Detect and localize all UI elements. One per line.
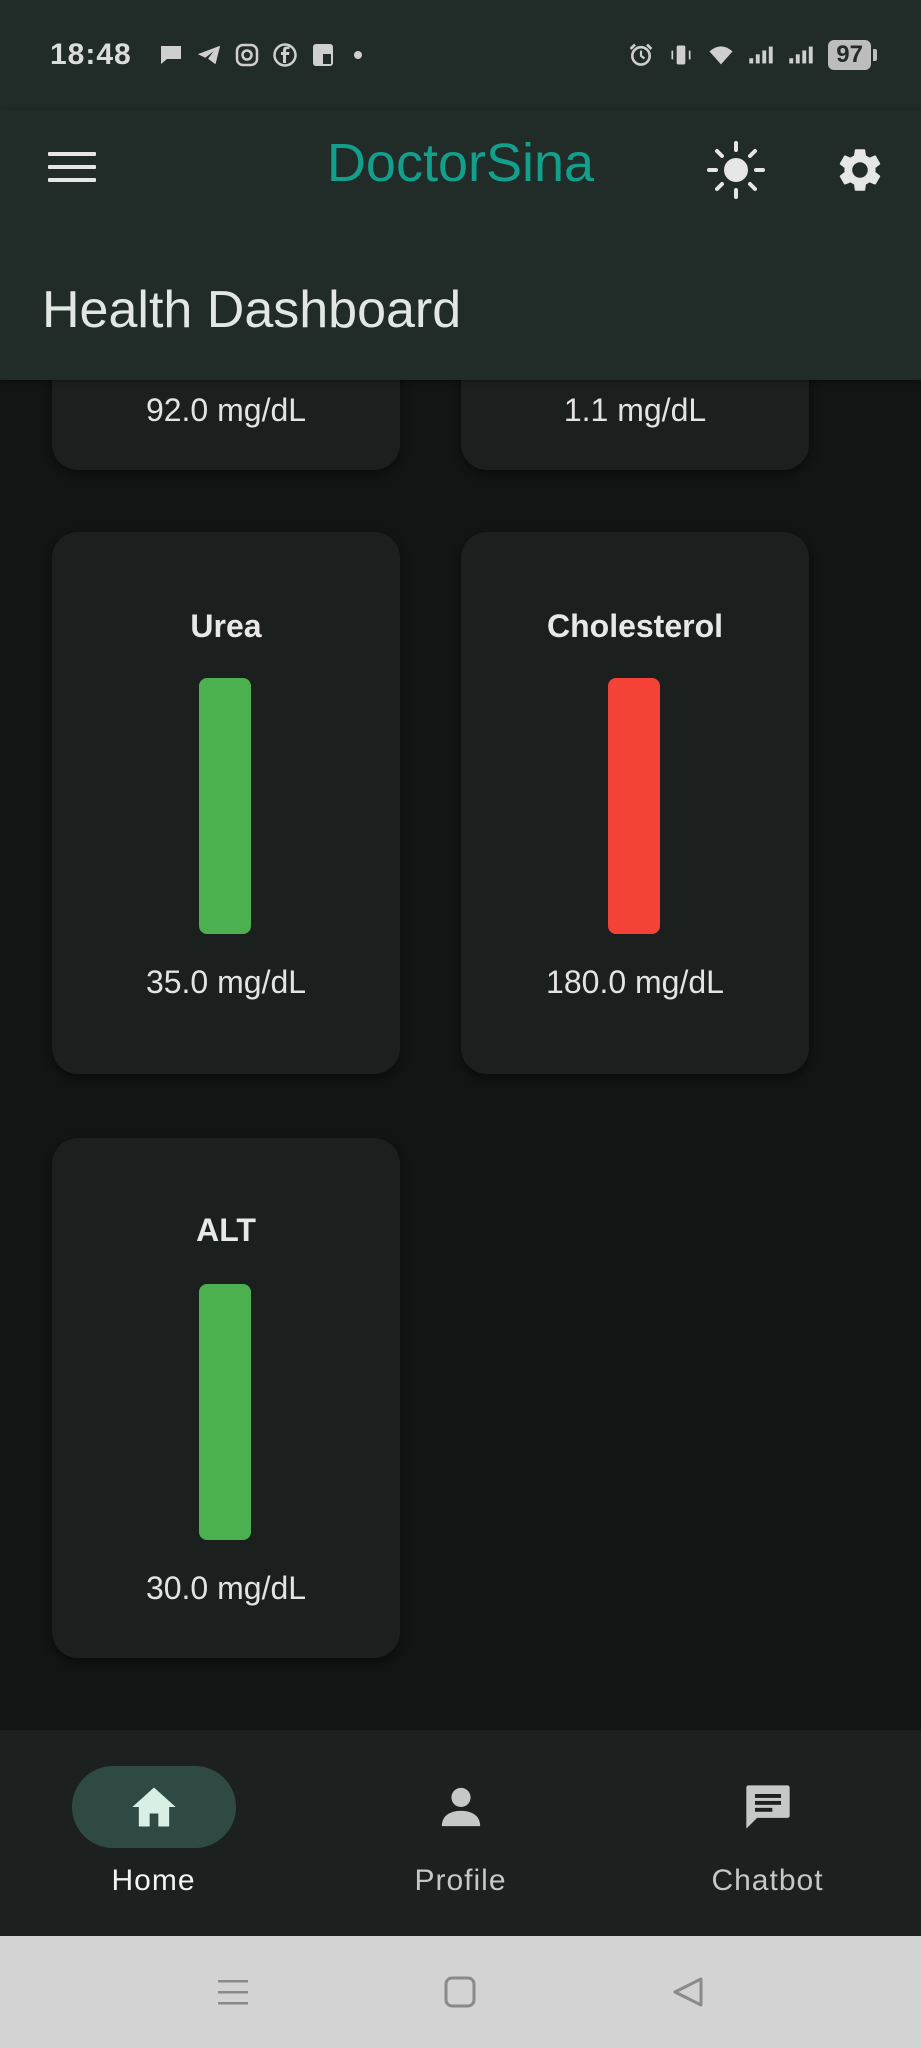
- nav-item-chatbot[interactable]: Chatbot: [614, 1730, 921, 1936]
- chat-bubble-icon: [158, 42, 184, 68]
- metric-title: ALT: [196, 1212, 256, 1248]
- back-button[interactable]: [666, 1970, 710, 2014]
- app-icon: [310, 42, 336, 68]
- gear-icon: [839, 149, 881, 191]
- signal-icon: [748, 42, 774, 68]
- metric-card[interactable]: 1.1 mg/dL: [461, 380, 809, 470]
- theme-toggle-button[interactable]: [704, 138, 768, 202]
- metric-card-urea[interactable]: Urea 35.0 mg/dL: [52, 532, 400, 1074]
- home-system-button[interactable]: [438, 1970, 482, 2014]
- person-icon: [441, 1787, 480, 1827]
- home-icon: [131, 1787, 176, 1827]
- system-navigation-bar: [0, 1936, 921, 2048]
- metric-level-bar: [199, 678, 251, 934]
- home-square-icon: [444, 1976, 476, 2008]
- telegram-icon: [196, 42, 222, 68]
- app-bar-row: DoctorSina: [0, 110, 921, 220]
- app-title: DoctorSina: [326, 133, 595, 193]
- metric-title: Cholesterol: [546, 608, 724, 644]
- recents-button[interactable]: [211, 1970, 255, 2014]
- signal-icon: [788, 42, 814, 68]
- battery-indicator: 97: [828, 40, 877, 70]
- metric-card-cholesterol[interactable]: Cholesterol 180.0 mg/dL: [461, 532, 809, 1074]
- recents-icon: [218, 1980, 248, 2005]
- metric-value: 92.0 mg/dL: [145, 392, 307, 428]
- metric-value: 30.0 mg/dL: [145, 1570, 307, 1606]
- metric-title: Urea: [190, 608, 262, 644]
- more-notifications-dot: [353, 51, 362, 59]
- alarm-icon: [628, 42, 654, 68]
- dashboard-grid[interactable]: 92.0 mg/dL 1.1 mg/dL Urea 35.0 mg/dL Cho…: [0, 380, 921, 1730]
- chat-icon: [745, 1785, 790, 1829]
- sun-icon: [707, 141, 765, 199]
- screen: 18:48 97 DoctorSina Health Dashboard 92.…: [0, 0, 921, 2048]
- metric-level-bar: [199, 1284, 251, 1540]
- metric-card[interactable]: 92.0 mg/dL: [52, 380, 400, 470]
- nav-item-home[interactable]: Home: [0, 1730, 307, 1936]
- nav-label: Profile: [414, 1864, 507, 1897]
- metric-card-alt[interactable]: ALT 30.0 mg/dL: [52, 1138, 400, 1658]
- back-triangle-icon: [673, 1977, 703, 2007]
- status-bar: 18:48 97: [0, 0, 921, 110]
- nav-label: Chatbot: [711, 1864, 824, 1897]
- metric-value: 1.1 mg/dL: [563, 392, 707, 428]
- page-title: Health Dashboard: [42, 281, 462, 339]
- settings-button[interactable]: [828, 138, 892, 202]
- metric-level-bar: [608, 678, 660, 934]
- status-time: 18:48: [50, 38, 132, 71]
- metric-value: 35.0 mg/dL: [145, 964, 307, 1000]
- facebook-icon: [272, 42, 298, 68]
- wifi-icon: [708, 42, 734, 68]
- nav-item-profile[interactable]: Profile: [307, 1730, 614, 1936]
- nav-label: Home: [111, 1864, 196, 1897]
- vibrate-icon: [668, 42, 694, 68]
- metric-value: 180.0 mg/dL: [546, 964, 724, 1000]
- nav-indicator: [379, 1766, 543, 1848]
- nav-indicator: [71, 1766, 236, 1848]
- notification-icons: [158, 42, 362, 68]
- bottom-navigation: Home Profile Chatbot: [0, 1730, 921, 1936]
- instagram-icon: [234, 42, 260, 68]
- nav-indicator: [686, 1766, 850, 1848]
- app-bar: DoctorSina Health Dashboard: [0, 110, 921, 380]
- system-status-icons: 97: [628, 40, 877, 70]
